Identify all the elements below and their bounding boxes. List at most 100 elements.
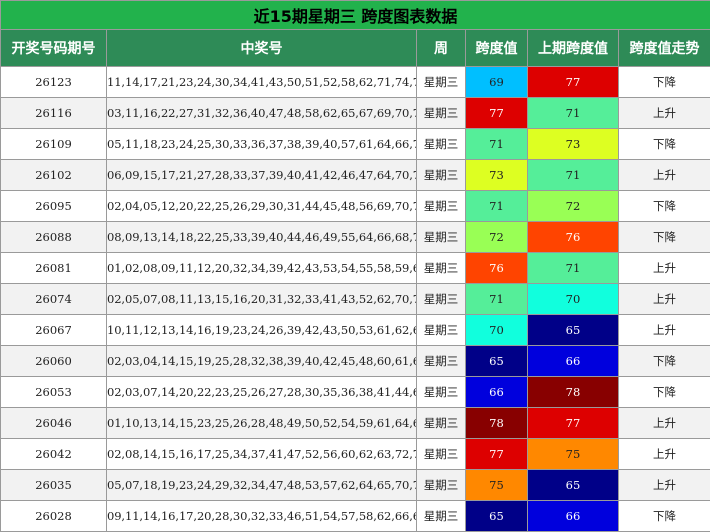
table-row: 2604601,10,13,14,15,23,25,26,28,48,49,50… [1,408,710,439]
table-row: 2612311,14,17,21,23,24,30,34,41,43,50,51… [1,67,710,98]
trend-cell: 上升 [619,98,710,129]
issue-cell: 26042 [1,439,107,470]
prev-span-cell: 71 [528,98,619,129]
numbers-cell: 02,05,07,08,11,13,15,16,20,31,32,33,41,4… [107,284,417,315]
numbers-cell: 01,10,13,14,15,23,25,26,28,48,49,50,52,5… [107,408,417,439]
span-cell: 70 [466,315,528,346]
trend-cell: 上升 [619,315,710,346]
week-cell: 星期三 [417,67,466,98]
numbers-cell: 08,09,13,14,18,22,25,33,39,40,44,46,49,5… [107,222,417,253]
trend-cell: 下降 [619,67,710,98]
week-cell: 星期三 [417,501,466,532]
prev-span-cell: 77 [528,67,619,98]
prev-span-cell: 75 [528,439,619,470]
table-row: 2605302,03,07,14,20,22,23,25,26,27,28,30… [1,377,710,408]
header-trend: 跨度值走势 [619,30,710,67]
numbers-cell: 10,11,12,13,14,16,19,23,24,26,39,42,43,5… [107,315,417,346]
trend-cell: 上升 [619,160,710,191]
span-cell: 69 [466,67,528,98]
prev-span-cell: 65 [528,470,619,501]
table-row: 2606710,11,12,13,14,16,19,23,24,26,39,42… [1,315,710,346]
span-cell: 76 [466,253,528,284]
span-cell: 65 [466,501,528,532]
numbers-cell: 11,14,17,21,23,24,30,34,41,43,50,51,52,5… [107,67,417,98]
week-cell: 星期三 [417,408,466,439]
span-cell: 75 [466,470,528,501]
numbers-cell: 02,03,07,14,20,22,23,25,26,27,28,30,35,3… [107,377,417,408]
trend-cell: 下降 [619,377,710,408]
header-numbers: 中奖号 [107,30,417,67]
span-data-table: 近15期星期三 跨度图表数据 开奖号码期号 中奖号 周 跨度值 上期跨度值 跨度… [0,0,710,532]
table-row: 2611603,11,16,22,27,31,32,36,40,47,48,58… [1,98,710,129]
trend-cell: 下降 [619,346,710,377]
trend-cell: 上升 [619,253,710,284]
trend-cell: 上升 [619,439,710,470]
span-cell: 77 [466,98,528,129]
span-cell: 71 [466,129,528,160]
prev-span-cell: 65 [528,315,619,346]
table-body: 2612311,14,17,21,23,24,30,34,41,43,50,51… [1,67,710,532]
week-cell: 星期三 [417,129,466,160]
span-cell: 78 [466,408,528,439]
header-issue: 开奖号码期号 [1,30,107,67]
prev-span-cell: 71 [528,160,619,191]
week-cell: 星期三 [417,191,466,222]
issue-cell: 26074 [1,284,107,315]
trend-cell: 下降 [619,501,710,532]
numbers-cell: 05,07,18,19,23,24,29,32,34,47,48,53,57,6… [107,470,417,501]
table-row: 2608808,09,13,14,18,22,25,33,39,40,44,46… [1,222,710,253]
week-cell: 星期三 [417,439,466,470]
week-cell: 星期三 [417,377,466,408]
issue-cell: 26028 [1,501,107,532]
table-row: 2607402,05,07,08,11,13,15,16,20,31,32,33… [1,284,710,315]
numbers-cell: 02,03,04,14,15,19,25,28,32,38,39,40,42,4… [107,346,417,377]
header-week: 周 [417,30,466,67]
prev-span-cell: 77 [528,408,619,439]
prev-span-cell: 76 [528,222,619,253]
week-cell: 星期三 [417,315,466,346]
trend-cell: 上升 [619,284,710,315]
prev-span-cell: 73 [528,129,619,160]
issue-cell: 26088 [1,222,107,253]
numbers-cell: 02,08,14,15,16,17,25,34,37,41,47,52,56,6… [107,439,417,470]
span-cell: 66 [466,377,528,408]
trend-cell: 下降 [619,222,710,253]
span-chart-data-page: 近15期星期三 跨度图表数据 开奖号码期号 中奖号 周 跨度值 上期跨度值 跨度… [0,0,710,530]
table-row: 2604202,08,14,15,16,17,25,34,37,41,47,52… [1,439,710,470]
span-cell: 71 [466,191,528,222]
trend-cell: 下降 [619,191,710,222]
prev-span-cell: 66 [528,501,619,532]
table-title: 近15期星期三 跨度图表数据 [1,1,710,30]
prev-span-cell: 66 [528,346,619,377]
table-row: 2602809,11,14,16,17,20,28,30,32,33,46,51… [1,501,710,532]
numbers-cell: 05,11,18,23,24,25,30,33,36,37,38,39,40,5… [107,129,417,160]
prev-span-cell: 78 [528,377,619,408]
week-cell: 星期三 [417,284,466,315]
span-cell: 65 [466,346,528,377]
issue-cell: 26116 [1,98,107,129]
issue-cell: 26067 [1,315,107,346]
span-cell: 71 [466,284,528,315]
issue-cell: 26035 [1,470,107,501]
prev-span-cell: 72 [528,191,619,222]
issue-cell: 26102 [1,160,107,191]
table-row: 2610905,11,18,23,24,25,30,33,36,37,38,39… [1,129,710,160]
issue-cell: 26060 [1,346,107,377]
issue-cell: 26046 [1,408,107,439]
span-cell: 77 [466,439,528,470]
issue-cell: 26109 [1,129,107,160]
trend-cell: 上升 [619,470,710,501]
week-cell: 星期三 [417,98,466,129]
trend-cell: 上升 [619,408,710,439]
numbers-cell: 01,02,08,09,11,12,20,32,34,39,42,43,53,5… [107,253,417,284]
numbers-cell: 03,11,16,22,27,31,32,36,40,47,48,58,62,6… [107,98,417,129]
numbers-cell: 09,11,14,16,17,20,28,30,32,33,46,51,54,5… [107,501,417,532]
trend-cell: 下降 [619,129,710,160]
numbers-cell: 06,09,15,17,21,27,28,33,37,39,40,41,42,4… [107,160,417,191]
span-cell: 72 [466,222,528,253]
week-cell: 星期三 [417,222,466,253]
issue-cell: 26081 [1,253,107,284]
issue-cell: 26095 [1,191,107,222]
week-cell: 星期三 [417,346,466,377]
header-span: 跨度值 [466,30,528,67]
